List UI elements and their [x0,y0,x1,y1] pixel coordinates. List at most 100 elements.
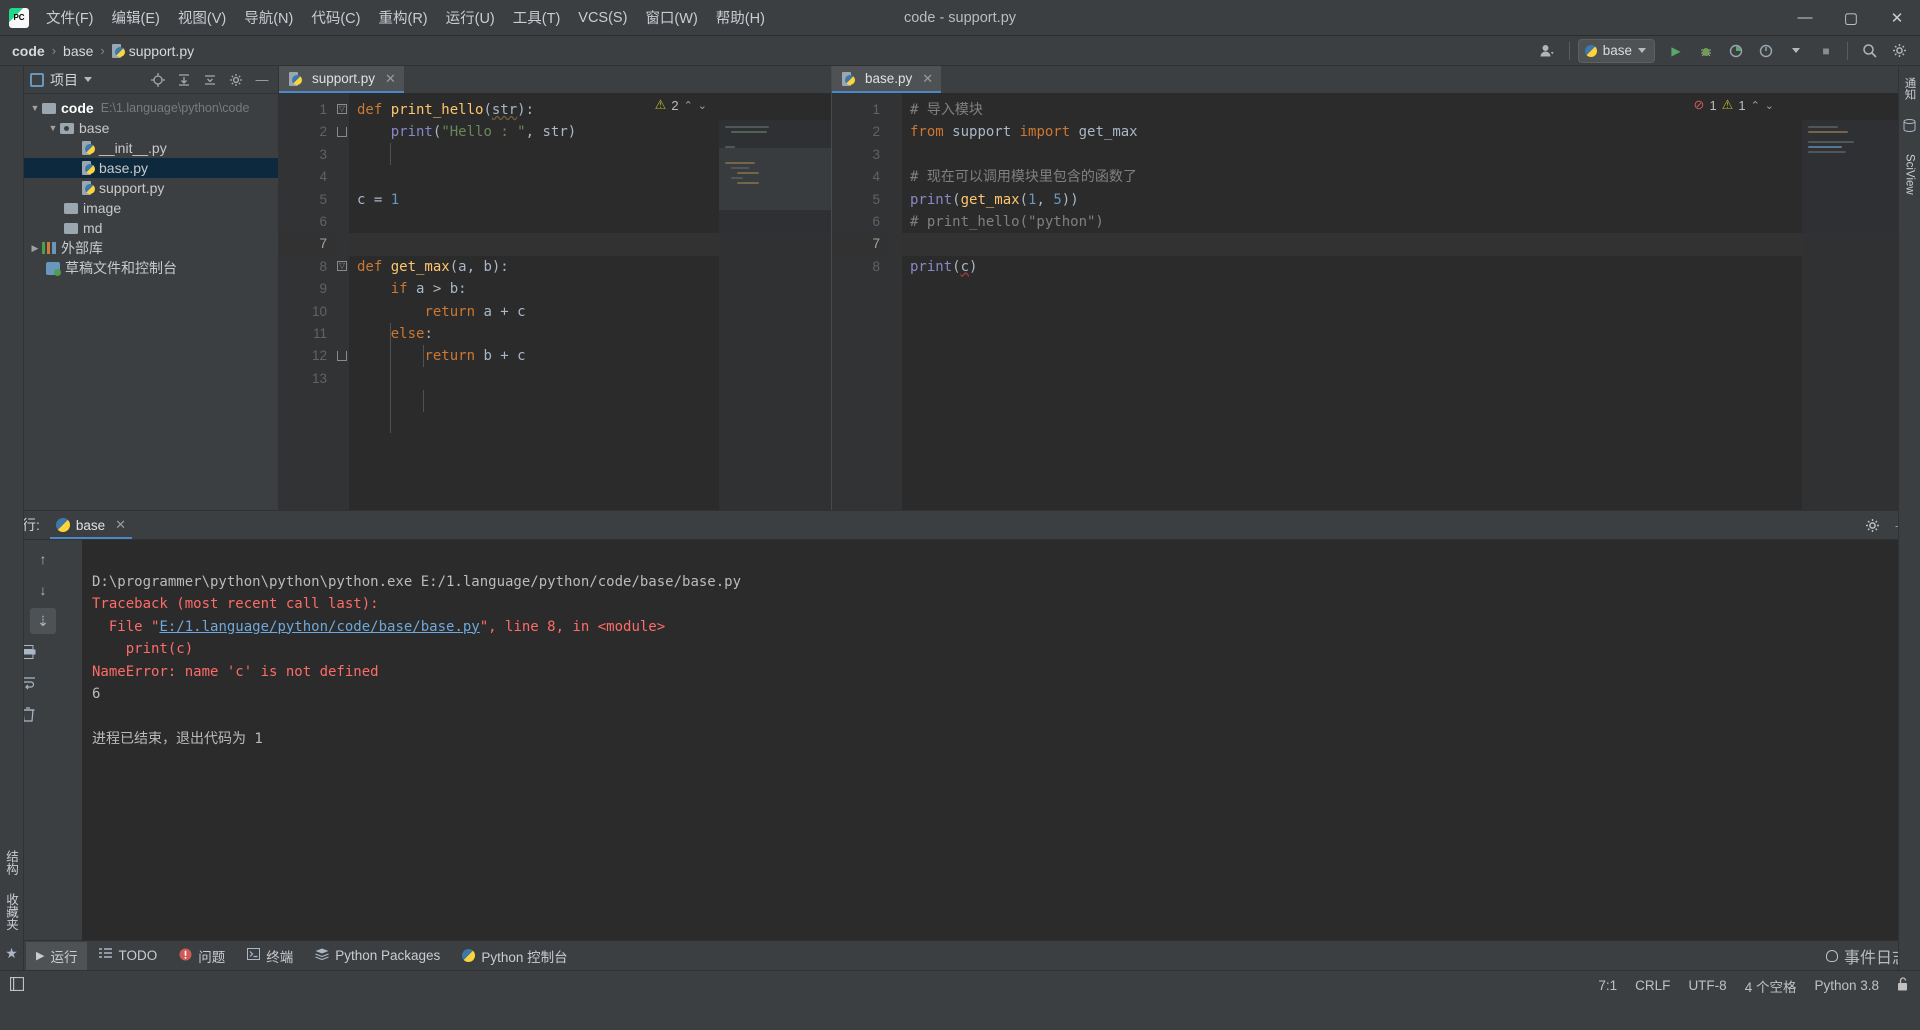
fold-marker-icon[interactable]: ▽ [337,261,347,271]
inspection-widget-left[interactable]: ⚠ 2 ⌃ ⌄ [649,95,713,115]
run-with-coverage-button[interactable] [1723,39,1749,63]
event-log-button[interactable]: 事件日志 [1825,944,1908,968]
tree-row-external-libraries[interactable]: ▶ 外部库 [24,238,278,258]
menu-edit[interactable]: 编辑(E) [103,3,169,32]
stop-process-button[interactable]: ■ [0,608,26,634]
rerun-button[interactable]: ▶ [0,546,26,572]
clear-all-button[interactable] [15,701,41,727]
code-folding-column-left[interactable]: ▽ ▽ [335,93,349,510]
account-icon[interactable] [1535,39,1561,63]
debug-button[interactable] [1693,39,1719,63]
bottom-tab-run[interactable]: ▶ 运行 [26,941,88,970]
sidebar-item-notifications[interactable]: 通知 [1900,74,1920,103]
stop-button[interactable]: ■ [1813,39,1839,63]
tree-row-base-py[interactable]: base.py [24,158,278,178]
next-problem-icon[interactable]: ⌄ [1765,99,1774,112]
close-button[interactable]: ✕ [1874,0,1920,35]
console-file-link[interactable]: E:/1.language/python/code/base/base.py [159,619,479,635]
bottom-tab-terminal[interactable]: 终端 [237,942,303,970]
menu-navigate[interactable]: 导航(N) [235,3,302,32]
previous-problem-icon[interactable]: ⌃ [1751,99,1760,112]
tree-row-image[interactable]: image [24,198,278,218]
menu-run[interactable]: 运行(U) [437,3,504,32]
minimap-viewport[interactable] [719,148,831,210]
run-button[interactable]: ▶ [1663,39,1689,63]
fold-marker-icon[interactable]: ▽ [337,104,347,114]
menu-file[interactable]: 文件(F) [37,3,103,32]
chevron-down-icon[interactable]: ▼ [28,103,42,113]
menu-tools[interactable]: 工具(T) [504,3,570,32]
bottom-tab-problems[interactable]: 问题 [169,942,235,970]
gear-icon[interactable] [1862,515,1882,535]
menu-vcs[interactable]: VCS(S) [569,6,636,30]
expand-all-icon[interactable] [174,70,194,90]
menu-help[interactable]: 帮助(H) [707,3,774,32]
more-run-options-icon[interactable] [1783,39,1809,63]
scroll-down-button[interactable]: ↓ [30,577,56,603]
search-icon[interactable] [1856,39,1882,63]
bottom-tab-todo[interactable]: TODO [89,944,167,967]
fold-end-marker-icon[interactable] [337,351,347,361]
menu-window[interactable]: 窗口(W) [636,3,706,32]
print-button[interactable] [15,639,41,665]
breadcrumb-code[interactable]: code [8,41,49,61]
chevron-down-icon[interactable] [84,77,92,82]
layout-icon[interactable] [9,976,25,994]
collapse-all-icon[interactable] [200,70,220,90]
close-run-tab-icon[interactable]: ✕ [115,517,126,533]
run-console-output[interactable]: D:\programmer\python\python\python.exe E… [82,540,1920,940]
close-tab-icon[interactable]: ✕ [922,71,933,87]
bottom-tab-python-packages[interactable]: Python Packages [305,944,450,967]
python-interpreter[interactable]: Python 3.8 [1814,978,1879,993]
run-tab-base[interactable]: base ✕ [49,513,133,539]
minimize-button[interactable]: — [1782,0,1828,35]
tree-row-md[interactable]: md [24,218,278,238]
menu-view[interactable]: 视图(V) [169,3,235,32]
file-encoding[interactable]: UTF-8 [1688,978,1726,993]
gear-icon[interactable] [1886,39,1912,63]
menu-code[interactable]: 代码(C) [302,3,369,32]
inspection-widget-right[interactable]: ⊘ 1 ⚠ 1 ⌃ ⌄ [1688,95,1780,115]
structure-folder-icon[interactable] [4,117,19,132]
profile-button[interactable] [1753,39,1779,63]
hide-panel-icon[interactable]: — [252,70,272,90]
breadcrumb-support-py[interactable]: support.py [108,41,198,61]
locate-icon[interactable] [148,70,168,90]
tree-row-code[interactable]: ▼ code E:\1.language\python\code [24,98,278,118]
chevron-down-icon[interactable]: ▼ [46,123,60,133]
code-content-base-py[interactable]: # 导入模块 from support import get_max # 现在可… [902,93,1920,510]
caret-position[interactable]: 7:1 [1598,978,1617,993]
minimap-left[interactable] [719,120,831,510]
menu-refactor[interactable]: 重构(R) [369,3,436,32]
run-configuration-selector[interactable]: base [1577,38,1655,63]
line-separator[interactable]: CRLF [1635,978,1670,993]
tree-row-init-py[interactable]: __init__.py [24,138,278,158]
editor-body-support-py[interactable]: 1 2 3 4 5 6 7 8 9 10 11 12 13 ▽ ▽ def pr… [279,93,831,510]
database-icon[interactable] [1903,119,1916,135]
maximize-button[interactable]: ▢ [1828,0,1874,35]
tab-support-py[interactable]: support.py ✕ [279,66,404,93]
breadcrumb-base[interactable]: base [59,41,97,61]
soft-wrap-button[interactable] [15,670,41,696]
close-tab-icon[interactable]: ✕ [385,71,396,87]
indent-setting[interactable]: 4 个空格 [1745,976,1797,996]
chevron-right-icon[interactable]: ▶ [28,243,42,254]
sidebar-item-sciview[interactable]: SciView [1902,151,1918,198]
gear-icon[interactable] [226,70,246,90]
scroll-up-button[interactable]: ↑ [30,546,56,572]
tab-base-py[interactable]: base.py ✕ [832,66,942,93]
previous-problem-icon[interactable]: ⌃ [684,99,693,112]
tree-row-base-folder[interactable]: ▼ base [24,118,278,138]
next-problem-icon[interactable]: ⌄ [698,99,707,112]
editor-body-base-py[interactable]: 1 2 3 4 5 6 7 8 # 导入模块 from support impo… [832,93,1920,510]
error-count: 1 [1709,97,1717,113]
fold-end-marker-icon[interactable] [337,127,347,137]
settings-wrench-button[interactable] [0,577,26,603]
tree-row-support-py[interactable]: support.py [24,178,278,198]
scroll-to-end-button[interactable]: ⇣ [30,608,56,634]
bottom-tab-python-console[interactable]: Python 控制台 [452,942,577,970]
tree-row-scratches[interactable]: 草稿文件和控制台 [24,258,278,278]
sidebar-item-project[interactable]: 项目 [0,72,23,103]
unlock-icon[interactable] [1897,977,1910,994]
code-folding-column-right[interactable] [888,93,902,510]
